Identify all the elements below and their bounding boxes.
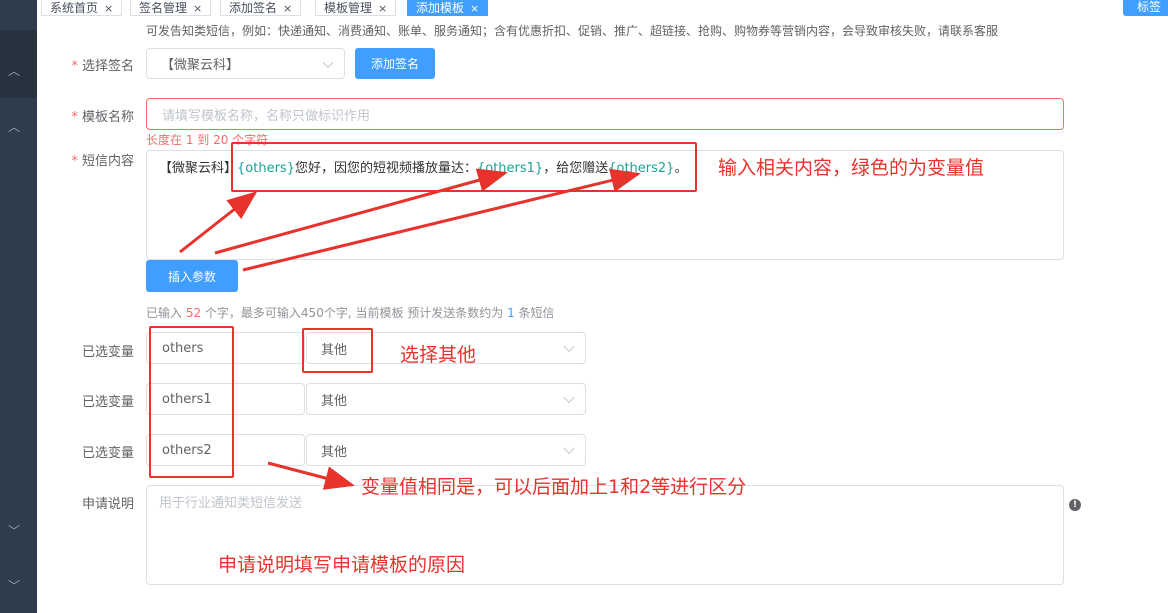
description-placeholder: 用于行业通知类短信发送	[159, 496, 303, 511]
chevron-up-icon[interactable]: ︿	[8, 62, 20, 79]
count-suffix: 条短信	[514, 306, 555, 320]
char-count: 已输入 52 个字，最多可输入450个字, 当前模板 预计发送条数约为 1 条短…	[146, 304, 555, 321]
count-prefix: 已输入	[146, 306, 186, 320]
variable-name-value: others2	[162, 442, 212, 458]
template-name-label: * 模板名称	[71, 110, 134, 125]
variable-name-input[interactable]: others1	[146, 383, 305, 415]
description-label: 申请说明	[81, 497, 134, 512]
sms-text: 【微聚云科】	[159, 161, 238, 176]
chevron-down-icon[interactable]: ﹀	[8, 577, 20, 594]
chevron-up-icon[interactable]: ︿	[8, 118, 20, 135]
sms-variable: {others1}	[476, 161, 544, 176]
tab-bar: 系统首页 × 签名管理 × 添加签名 × 模板管理 × 添加模板 × 标签	[37, 0, 1168, 18]
tab-label: 模板管理	[324, 1, 373, 15]
count-msgs: 1	[507, 306, 515, 320]
chevron-down-icon[interactable]: ﹀	[8, 522, 20, 539]
variable-type-value: 其他	[321, 342, 348, 358]
variable-name-input[interactable]: others2	[146, 434, 305, 466]
close-icon[interactable]: ×	[104, 2, 113, 15]
tab-add-signature[interactable]: 添加签名 ×	[220, 0, 302, 16]
template-name-input[interactable]: 请填写模板名称，名称只做标识作用	[146, 98, 1064, 130]
info-icon[interactable]: !	[1069, 499, 1081, 511]
template-name-placeholder: 请填写模板名称，名称只做标识作用	[162, 108, 371, 124]
annotation-content: 输入相关内容，绿色的为变量值	[718, 157, 985, 179]
sms-content-label-text: 短信内容	[81, 154, 134, 169]
count-middle: 个字，最多可输入450个字, 当前模板 预计发送条数约为	[201, 306, 508, 320]
sms-variable: {others2}	[608, 161, 675, 176]
tab-add-template[interactable]: 添加模板 ×	[407, 0, 489, 16]
variable-name-input[interactable]: others	[146, 332, 305, 364]
variable-label: 已选变量	[81, 395, 134, 410]
signature-select[interactable]: 【微聚云科】	[146, 48, 345, 79]
variable-type-value: 其他	[321, 444, 348, 460]
annotation-description: 申请说明填写申请模板的原因	[218, 554, 466, 576]
variable-name-value: others	[162, 340, 204, 356]
tab-label: 签名管理	[139, 1, 188, 15]
chevron-down-icon	[563, 340, 575, 353]
chevron-down-icon	[563, 391, 575, 404]
close-icon[interactable]: ×	[193, 2, 202, 15]
tab-label: 添加模板	[416, 1, 465, 15]
chevron-down-icon	[322, 56, 334, 68]
close-icon[interactable]: ×	[283, 2, 292, 15]
signature-label-text: 选择签名	[81, 59, 134, 74]
signature-label: * 选择签名	[71, 59, 134, 74]
chevron-down-icon	[563, 442, 575, 455]
variable-name-value: others1	[162, 391, 212, 407]
insert-parameter-button[interactable]: 插入参数	[146, 260, 238, 292]
sms-variable: {others}	[237, 161, 295, 176]
close-icon[interactable]: ×	[378, 2, 387, 15]
template-name-label-text: 模板名称	[81, 110, 134, 125]
count-typed: 52	[185, 306, 202, 320]
add-signature-button[interactable]: 添加签名	[355, 48, 435, 79]
close-icon[interactable]: ×	[470, 2, 479, 15]
tab-home[interactable]: 系统首页 ×	[41, 0, 123, 16]
signature-select-value: 【微聚云科】	[161, 58, 240, 73]
sms-content-label: * 短信内容	[71, 154, 134, 169]
tab-label: 添加签名	[229, 1, 278, 15]
sidebar: ︿ ︿ ﹀ ﹀	[0, 0, 37, 613]
form-hint: 可发告知类短信，例如：快递通知、消费通知、账单、服务通知；含有优惠折扣、促销、推…	[146, 24, 999, 38]
variable-type-select[interactable]: 其他	[306, 434, 586, 466]
variable-label: 已选变量	[81, 446, 134, 461]
arrow	[267, 461, 355, 490]
template-name-error: 长度在 1 到 20 个字符	[146, 133, 269, 147]
sms-text: ，给您赠送	[543, 161, 609, 176]
annotation-same-vars: 变量值相同是，可以后面加上1和2等进行区分	[361, 476, 747, 498]
variable-type-select[interactable]: 其他	[306, 383, 586, 415]
sms-text: 。	[674, 161, 688, 176]
tab-template-management[interactable]: 模板管理 ×	[315, 0, 397, 16]
sms-text: 您好，因您的短视频播放量达：	[294, 161, 477, 176]
variable-type-value: 其他	[321, 393, 348, 409]
tab-signature-management[interactable]: 签名管理 ×	[130, 0, 212, 16]
annotation-choose-other: 选择其他	[400, 344, 477, 366]
tag-button[interactable]: 标签	[1123, 0, 1168, 16]
variable-label: 已选变量	[81, 345, 134, 360]
tab-label: 系统首页	[50, 1, 99, 15]
